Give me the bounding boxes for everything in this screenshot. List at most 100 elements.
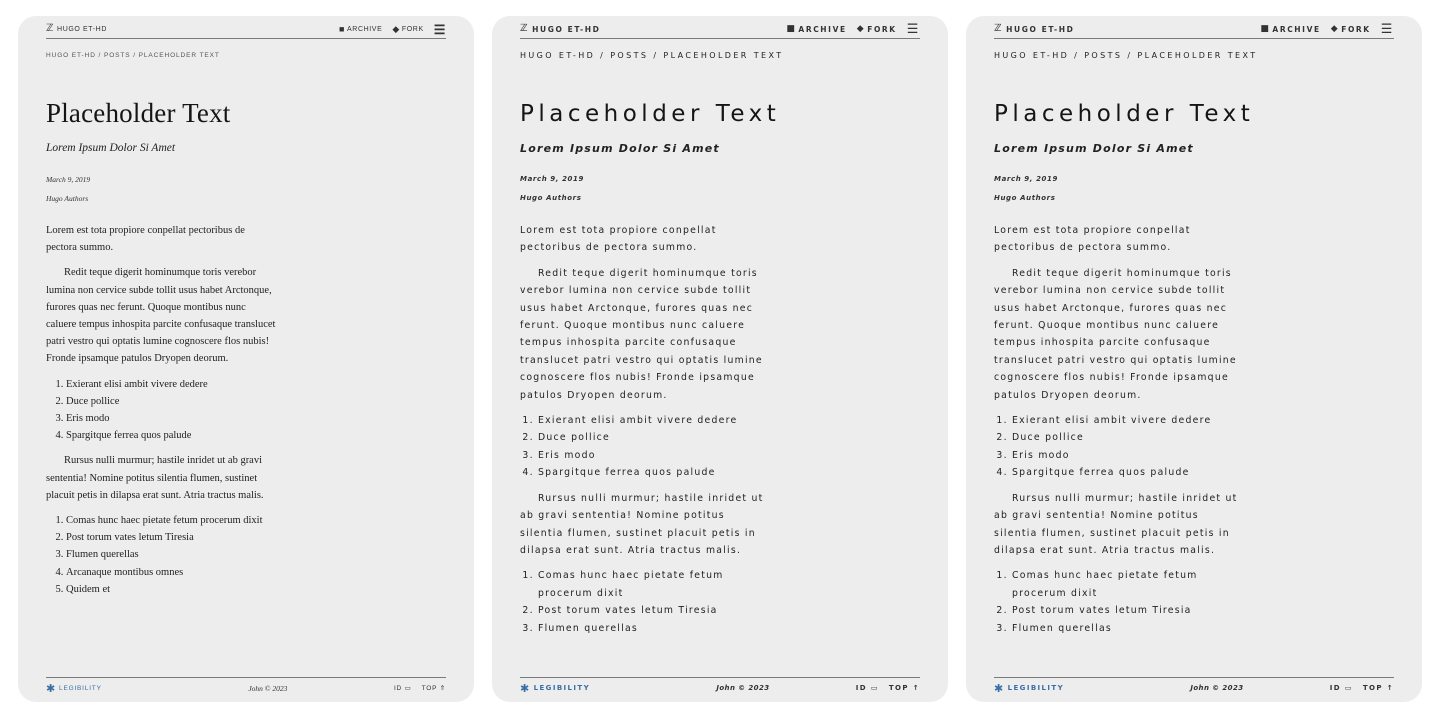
arrow-up-icon: ⇑ — [439, 685, 446, 692]
top-label: TOP — [421, 685, 438, 692]
site-brand[interactable]: ℤ HUGO ET-HD — [46, 24, 107, 34]
paragraph: Redit teque digerit hominumque toris ver… — [520, 267, 763, 401]
paragraph: Lorem est tota propiore conpellat pector… — [46, 225, 245, 254]
list-item: Duce pollice — [538, 429, 766, 446]
list-item: Duce pollice — [66, 393, 278, 410]
breadcrumb-separator: / — [133, 52, 136, 59]
copyright: John © 2023 — [248, 683, 288, 693]
footer-links: ID ▭ TOP ⇑ — [394, 684, 446, 692]
breadcrumb: HUGO ET-HD / POSTS / PLACEHOLDER TEXT — [46, 52, 220, 59]
nav-fork[interactable]: ◆ FORK — [392, 24, 423, 35]
stage: ℤ HUGO ET-HD ■ ARCHIVE ◆ FORK ☰ HUGO ET-HD… — [0, 0, 1440, 720]
nav-fork[interactable]: ◆ FORK — [1331, 24, 1371, 34]
legibility-toggle[interactable]: ✱ LEGIBILITY — [520, 682, 590, 695]
ordered-list: Exierant elisi ambit vivere dedere Duce … — [520, 412, 766, 482]
post-author: Hugo Authors — [46, 194, 89, 203]
list-item: Post torum vates letum Tiresia — [66, 529, 278, 546]
breadcrumb-separator: / — [98, 52, 102, 59]
page-title: Placeholder Text — [520, 101, 781, 127]
top-link[interactable]: TOP ↑ — [1363, 684, 1394, 692]
footer-links: ID ▭ TOP ↑ — [1330, 684, 1394, 692]
ordered-list: Comas hunc haec pietate fetum procerum d… — [520, 567, 766, 637]
post-author: Hugo Authors — [994, 194, 1056, 202]
fork-icon: ◆ — [856, 24, 866, 34]
nav-fork[interactable]: ◆ FORK — [857, 24, 897, 34]
copyright: John © 2023 — [716, 684, 770, 692]
id-icon: ▭ — [1344, 684, 1353, 692]
top-label: TOP — [888, 684, 909, 692]
breadcrumb-current: PLACEHOLDER TEXT — [138, 52, 220, 59]
breadcrumb-current: PLACEHOLDER TEXT — [663, 51, 784, 60]
arrow-up-icon: ↑ — [1386, 684, 1394, 692]
nav-archive-label: ARCHIVE — [798, 24, 847, 34]
post-body: Lorem est tota propiore conpellat pector… — [46, 222, 278, 606]
nav-fork-label: FORK — [867, 24, 897, 34]
list-item: Flumen querellas — [66, 546, 278, 563]
id-label: ID — [855, 684, 867, 692]
breadcrumb: HUGO ET-HD / POSTS / PLACEHOLDER TEXT — [520, 51, 783, 60]
hamburger-menu-icon[interactable]: ☰ — [907, 23, 920, 36]
ordered-list: Comas hunc haec pietate fetum procerum d… — [46, 512, 278, 598]
page-preview-legible-alt: ℤ HUGO ET-HD ■ ARCHIVE ◆ FORK ☰ HUGO ET-HD… — [966, 16, 1422, 702]
page-preview-legible: ℤ HUGO ET-HD ■ ARCHIVE ◆ FORK ☰ HUGO ET-HD… — [492, 16, 948, 702]
site-brand[interactable]: ℤ HUGO ET-HD — [520, 24, 600, 34]
ordered-list: Comas hunc haec pietate fetum procerum d… — [994, 567, 1242, 637]
post-body: Lorem est tota propiore conpellat pector… — [994, 222, 1242, 645]
nav-fork-label: FORK — [1341, 24, 1371, 34]
id-label: ID — [1329, 684, 1341, 692]
nav-archive[interactable]: ■ ARCHIVE — [339, 24, 382, 34]
top-nav: ℤ HUGO ET-HD ■ ARCHIVE ◆ FORK ☰ — [994, 20, 1394, 39]
copyright: John © 2023 — [1190, 684, 1244, 692]
hamburger-menu-icon[interactable]: ☰ — [1381, 23, 1394, 36]
page-subtitle: Lorem Ipsum Dolor Si Amet — [994, 142, 1194, 155]
top-link[interactable]: TOP ⇑ — [422, 684, 446, 692]
breadcrumb-current: PLACEHOLDER TEXT — [1137, 51, 1258, 60]
id-icon: ▭ — [404, 685, 412, 692]
footer-links: ID ▭ TOP ↑ — [856, 684, 920, 692]
list-item: Eris modo — [66, 410, 278, 427]
id-link[interactable]: ID ▭ — [856, 684, 879, 692]
legibility-label: LEGIBILITY — [59, 684, 102, 692]
list-item: Arcanaque montibus omnes — [66, 564, 278, 581]
list-item: Exierant elisi ambit vivere dedere — [1012, 412, 1242, 429]
arrow-up-icon: ↑ — [912, 684, 920, 692]
paragraph: Lorem est tota propiore conpellat pector… — [994, 225, 1191, 254]
nav-archive[interactable]: ■ ARCHIVE — [1260, 24, 1320, 34]
logo-icon: ℤ — [520, 23, 530, 34]
nav-archive-label: ARCHIVE — [347, 25, 383, 33]
id-link[interactable]: ID ▭ — [1330, 684, 1353, 692]
legibility-label: LEGIBILITY — [533, 684, 591, 692]
archive-icon: ■ — [1260, 24, 1271, 34]
nav-archive[interactable]: ■ ARCHIVE — [786, 24, 846, 34]
breadcrumb-posts[interactable]: POSTS — [1084, 51, 1122, 60]
id-link[interactable]: ID ▭ — [394, 684, 412, 692]
top-link[interactable]: TOP ↑ — [889, 684, 920, 692]
fork-icon: ◆ — [1330, 24, 1340, 34]
breadcrumb-separator: / — [653, 51, 659, 60]
paragraph: Lorem est tota propiore conpellat pector… — [520, 225, 717, 254]
breadcrumb-home[interactable]: HUGO ET-HD — [994, 51, 1069, 60]
footer: ✱ LEGIBILITY John © 2023 ID ▭ TOP ↑ — [994, 677, 1394, 698]
legibility-toggle[interactable]: ✱ LEGIBILITY — [994, 682, 1064, 695]
fork-icon: ◆ — [392, 23, 400, 34]
ordered-list: Exierant elisi ambit vivere dedere Duce … — [994, 412, 1242, 482]
paragraph: Rursus nulli murmur; hastile inridet ut … — [520, 492, 764, 556]
legibility-toggle[interactable]: ✱ LEGIBILITY — [46, 682, 102, 695]
breadcrumb-home[interactable]: HUGO ET-HD — [520, 51, 595, 60]
breadcrumb-home[interactable]: HUGO ET-HD — [46, 52, 96, 59]
site-brand[interactable]: ℤ HUGO ET-HD — [994, 24, 1074, 34]
list-item: Comas hunc haec pietate fetum procerum d… — [66, 512, 278, 529]
page-title: Placeholder Text — [46, 98, 231, 128]
breadcrumb-posts[interactable]: POSTS — [610, 51, 648, 60]
list-item: Comas hunc haec pietate fetum procerum d… — [1012, 567, 1242, 602]
hamburger-menu-icon[interactable]: ☰ — [434, 23, 446, 36]
nav-links: ■ ARCHIVE ◆ FORK ☰ — [786, 23, 920, 36]
post-author: Hugo Authors — [520, 194, 582, 202]
site-title: HUGO ET-HD — [57, 25, 107, 33]
list-item: Spargitque ferrea quos palude — [66, 427, 278, 444]
breadcrumb-posts[interactable]: POSTS — [104, 52, 131, 59]
list-item: Eris modo — [538, 447, 766, 464]
list-item: Duce pollice — [1012, 429, 1242, 446]
page-subtitle: Lorem Ipsum Dolor Si Amet — [520, 142, 720, 155]
post-date: March 9, 2019 — [520, 175, 584, 183]
